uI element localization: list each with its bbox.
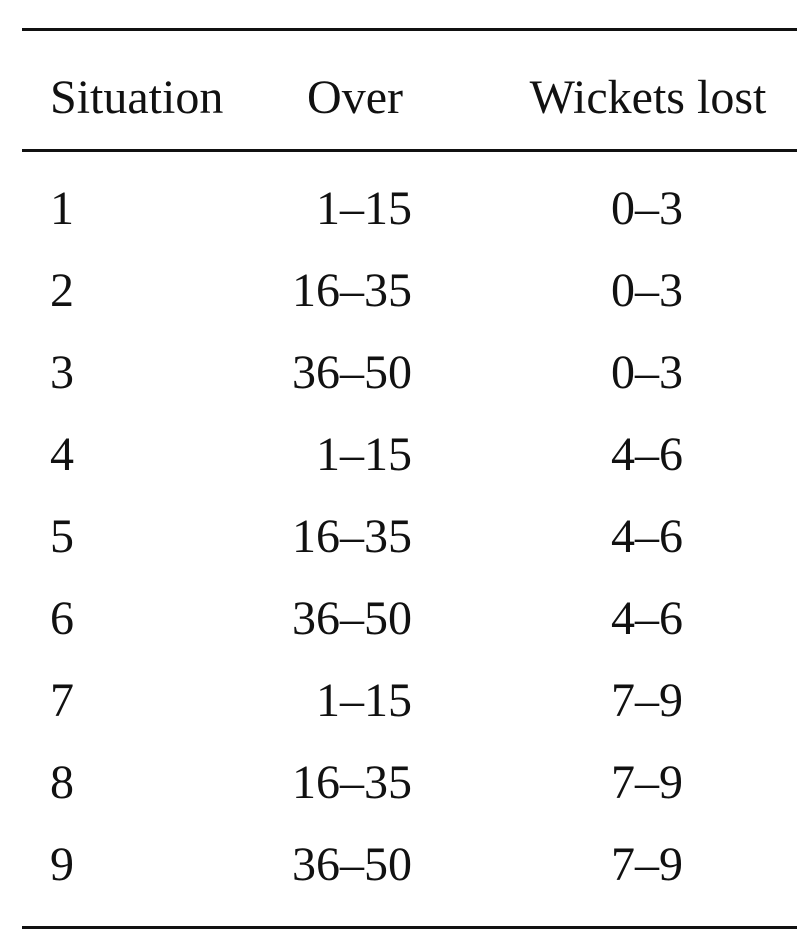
cell-wickets-lost: 7–9: [611, 673, 683, 727]
cell-wickets-lost: 4–6: [611, 509, 683, 563]
cell-over: 1–15: [316, 427, 412, 481]
cell-wickets-lost: 4–6: [611, 427, 683, 481]
cell-situation: 9: [50, 837, 74, 891]
cell-situation: 4: [50, 427, 74, 481]
table-header: Situation Over Wickets lost: [22, 31, 797, 149]
header-wickets-lost: Wickets lost: [529, 71, 767, 124]
cell-wickets-lost: 7–9: [611, 837, 683, 891]
cell-situation: 5: [50, 509, 74, 563]
situations-table: Situation Over Wickets lost 1 1–15 0–3 2 16–…: [22, 28, 797, 929]
cell-wickets-lost: 0–3: [611, 263, 683, 317]
cell-over: 1–15: [316, 673, 412, 727]
table-body: 1 1–15 0–3 2 16–35 0–3 3 36–50 0–3 4 1–15 4–6 5 16–35…: [22, 152, 797, 926]
cell-wickets-lost: 0–3: [611, 345, 683, 399]
cell-over: 36–50: [292, 837, 412, 891]
cell-situation: 6: [50, 591, 74, 645]
cell-over: 16–35: [292, 509, 412, 563]
cell-situation: 1: [50, 181, 74, 235]
cell-wickets-lost: 0–3: [611, 181, 683, 235]
cell-wickets-lost: 4–6: [611, 591, 683, 645]
bottom-rule: [22, 925, 797, 929]
cell-over: 36–50: [292, 345, 412, 399]
cell-over: 1–15: [316, 181, 412, 235]
cell-situation: 3: [50, 345, 74, 399]
header-over: Over: [307, 71, 403, 124]
cell-wickets-lost: 7–9: [611, 755, 683, 809]
cell-situation: 2: [50, 263, 74, 317]
cell-situation: 8: [50, 755, 74, 809]
cell-over: 16–35: [292, 263, 412, 317]
header-situation: Situation: [50, 71, 224, 124]
cell-over: 16–35: [292, 755, 412, 809]
cell-situation: 7: [50, 673, 74, 727]
cell-over: 36–50: [292, 591, 412, 645]
